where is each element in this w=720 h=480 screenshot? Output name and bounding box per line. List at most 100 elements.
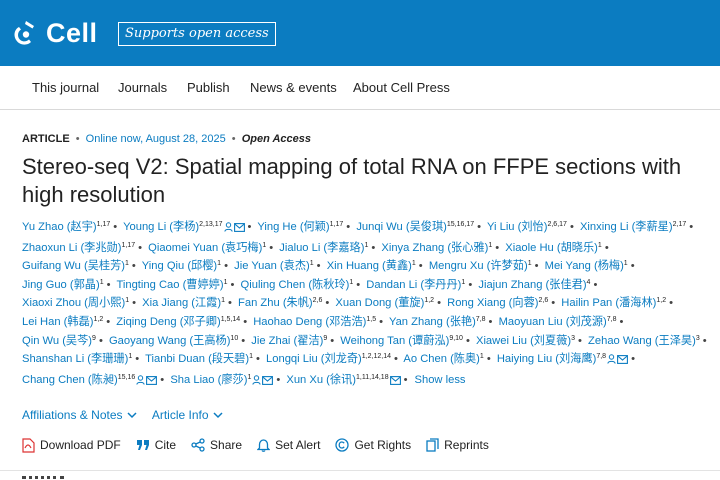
- affiliation-superscript[interactable]: 1: [249, 353, 253, 360]
- nav-publish[interactable]: Publish: [187, 80, 230, 95]
- mail-icon[interactable]: [389, 373, 401, 392]
- author-name[interactable]: Yan Zhang (张艳): [389, 316, 476, 328]
- affiliation-superscript[interactable]: 9: [92, 335, 96, 342]
- affiliation-superscript[interactable]: 2,17: [673, 221, 687, 228]
- affiliations-notes-toggle[interactable]: Affiliations & Notes: [22, 408, 137, 422]
- affiliation-superscript[interactable]: 2,13,17: [199, 221, 222, 228]
- cite-button[interactable]: Cite: [136, 438, 176, 452]
- author-name[interactable]: Jiajun Zhang (张佳君): [478, 279, 586, 291]
- affiliation-superscript[interactable]: 4: [587, 279, 591, 286]
- open-access-tagline[interactable]: Supports open access: [118, 22, 276, 46]
- author-name[interactable]: Yi Liu (刘怡): [487, 221, 548, 233]
- person-icon[interactable]: [252, 373, 262, 392]
- author-name[interactable]: Jie Yuan (袁杰): [234, 260, 310, 272]
- author-name[interactable]: Xinya Zhang (张心雅): [381, 242, 488, 254]
- affiliation-superscript[interactable]: 3: [696, 335, 700, 342]
- affiliation-superscript[interactable]: 1: [598, 242, 602, 249]
- affiliation-superscript[interactable]: 10: [230, 335, 238, 342]
- affiliation-superscript[interactable]: 1,2,12,14: [362, 353, 391, 360]
- download-pdf-button[interactable]: Download PDF: [22, 437, 121, 453]
- affiliation-superscript[interactable]: 9,10: [449, 335, 463, 342]
- affiliation-superscript[interactable]: 1,17: [97, 221, 111, 228]
- author-name[interactable]: Yu Zhao (赵宇): [22, 221, 97, 233]
- affiliation-superscript[interactable]: 7,8: [596, 353, 606, 360]
- affiliation-superscript[interactable]: 1: [247, 374, 251, 381]
- affiliation-superscript[interactable]: 7,8: [476, 316, 486, 323]
- author-name[interactable]: Zhaoxun Li (李兆勋): [22, 242, 121, 254]
- author-name[interactable]: Sha Liao (廖莎): [170, 374, 247, 386]
- share-button[interactable]: Share: [191, 438, 242, 452]
- affiliation-superscript[interactable]: 1: [412, 260, 416, 267]
- author-name[interactable]: Weihong Tan (谭蔚泓): [340, 335, 449, 347]
- author-name[interactable]: Ziqing Deng (邓子卿): [116, 316, 220, 328]
- author-name[interactable]: Chang Chen (陈昶): [22, 374, 118, 386]
- affiliation-superscript[interactable]: 1: [100, 279, 104, 286]
- mail-icon[interactable]: [233, 220, 245, 239]
- author-name[interactable]: Ying Qiu (邱樱): [142, 260, 217, 272]
- affiliation-superscript[interactable]: 1,5,14: [221, 316, 240, 323]
- author-name[interactable]: Gaoyang Wang (王高杨): [109, 335, 230, 347]
- author-name[interactable]: Xiaole Hu (胡晓乐): [505, 242, 598, 254]
- author-name[interactable]: Haohao Deng (邓浩浩): [253, 316, 366, 328]
- author-name[interactable]: Dandan Li (李丹丹): [366, 279, 461, 291]
- author-name[interactable]: Tingting Cao (曹婷婷): [116, 279, 223, 291]
- affiliation-superscript[interactable]: 1: [528, 260, 532, 267]
- affiliation-superscript[interactable]: 1,2: [94, 316, 104, 323]
- affiliation-superscript[interactable]: 1,17: [330, 221, 344, 228]
- author-name[interactable]: Xiaoxi Zhou (周小熙): [22, 297, 125, 309]
- nav-journals[interactable]: Journals: [118, 80, 167, 95]
- affiliation-superscript[interactable]: 1: [128, 353, 132, 360]
- author-name[interactable]: Junqi Wu (吴俊琪): [356, 221, 447, 233]
- author-name[interactable]: Tianbi Duan (段天碧): [145, 353, 249, 365]
- author-name[interactable]: Qin Wu (吴芩): [22, 335, 92, 347]
- author-name[interactable]: Ying He (何颖): [257, 221, 329, 233]
- affiliation-superscript[interactable]: 1: [221, 297, 225, 304]
- author-name[interactable]: Rong Xiang (向蓉): [447, 297, 538, 309]
- author-name[interactable]: Longqi Liu (刘龙奇): [266, 353, 362, 365]
- author-name[interactable]: Zehao Wang (王泽昊): [588, 335, 696, 347]
- affiliation-superscript[interactable]: 1: [224, 279, 228, 286]
- set-alert-button[interactable]: Set Alert: [257, 438, 320, 452]
- affiliation-superscript[interactable]: 1,11,14,18: [356, 374, 389, 381]
- author-name[interactable]: Mei Yang (杨梅): [545, 260, 624, 272]
- affiliation-superscript[interactable]: 1: [488, 242, 492, 249]
- affiliation-superscript[interactable]: 1,17: [121, 242, 135, 249]
- author-name[interactable]: Xiawei Liu (刘夏薇): [476, 335, 571, 347]
- nav-about-cell-press[interactable]: About Cell Press: [353, 80, 450, 95]
- mail-icon[interactable]: [262, 373, 274, 392]
- reprints-button[interactable]: Reprints: [426, 438, 489, 452]
- author-name[interactable]: Xinxing Li (李薪星): [580, 221, 673, 233]
- author-name[interactable]: Xin Huang (黄鑫): [327, 260, 412, 272]
- affiliation-superscript[interactable]: 1: [461, 279, 465, 286]
- author-name[interactable]: Xia Jiang (江霞): [142, 297, 221, 309]
- author-name[interactable]: Xuan Dong (董旋): [335, 297, 424, 309]
- affiliation-superscript[interactable]: 1: [125, 260, 129, 267]
- author-name[interactable]: Jing Guo (郭晶): [22, 279, 100, 291]
- author-name[interactable]: Jie Zhai (翟洁): [251, 335, 323, 347]
- author-name[interactable]: Young Li (李杨): [123, 221, 199, 233]
- show-less-link[interactable]: Show less: [415, 374, 466, 386]
- affiliation-superscript[interactable]: 15,16: [118, 374, 136, 381]
- affiliation-superscript[interactable]: 1: [262, 242, 266, 249]
- author-name[interactable]: Hailin Pan (潘海林): [561, 297, 656, 309]
- author-name[interactable]: Maoyuan Liu (刘茂源): [499, 316, 607, 328]
- affiliation-superscript[interactable]: 1: [125, 297, 129, 304]
- affiliation-superscript[interactable]: 2,6: [313, 297, 323, 304]
- author-name[interactable]: Ao Chen (陈奥): [403, 353, 479, 365]
- affiliation-superscript[interactable]: 1,2: [656, 297, 666, 304]
- person-icon[interactable]: [223, 220, 233, 239]
- affiliation-superscript[interactable]: 7,8: [607, 316, 617, 323]
- author-name[interactable]: Qiaomei Yuan (袁巧梅): [148, 242, 262, 254]
- affiliation-superscript[interactable]: 3: [571, 335, 575, 342]
- author-name[interactable]: Shanshan Li (李珊珊): [22, 353, 128, 365]
- mail-icon[interactable]: [146, 373, 158, 392]
- affiliation-superscript[interactable]: 15,16,17: [447, 221, 474, 228]
- person-icon[interactable]: [607, 352, 616, 371]
- article-info-toggle[interactable]: Article Info: [152, 408, 223, 422]
- person-icon[interactable]: [136, 373, 145, 392]
- affiliation-superscript[interactable]: 2,6: [539, 297, 549, 304]
- author-name[interactable]: Xun Xu (徐讯): [286, 374, 356, 386]
- get-rights-button[interactable]: Get Rights: [335, 438, 411, 452]
- affiliation-superscript[interactable]: 9: [323, 335, 327, 342]
- nav-news-events[interactable]: News & events: [250, 80, 337, 95]
